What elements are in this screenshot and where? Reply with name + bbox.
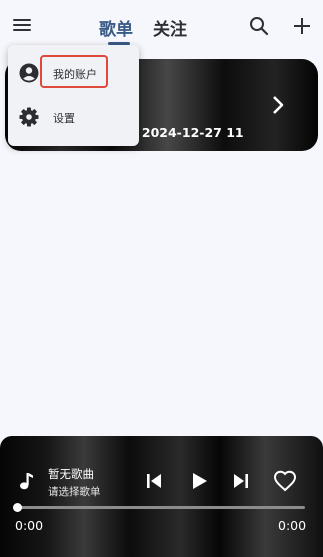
menu-item-label: 设置 (53, 112, 75, 125)
plus-icon[interactable] (292, 16, 312, 36)
skip-next-icon[interactable] (231, 471, 251, 491)
music-note-icon (20, 473, 33, 490)
song-title: 暂无歌曲 (48, 467, 94, 481)
heart-outline-icon[interactable] (273, 469, 297, 493)
progress-thumb[interactable] (13, 503, 22, 512)
search-icon[interactable] (249, 16, 269, 36)
tab-playlists[interactable]: 歌单 (99, 15, 133, 40)
hamburger-icon[interactable] (13, 17, 31, 33)
current-time: 0:00 (15, 518, 44, 533)
skip-previous-icon[interactable] (144, 471, 164, 491)
progress-track[interactable] (18, 506, 305, 509)
total-time: 0:00 (278, 518, 307, 533)
tab-following[interactable]: 关注 (153, 15, 187, 40)
chevron-right-icon (273, 96, 284, 114)
menu-item-settings[interactable]: 设置 (8, 95, 139, 141)
highlight-box (40, 55, 108, 88)
play-icon[interactable] (189, 471, 209, 491)
player-bar: 暂无歌曲 请选择歌单 0:00 0:00 (0, 436, 323, 557)
song-subtitle: 请选择歌单 (48, 486, 101, 498)
gear-icon (19, 107, 39, 127)
app-screen: 歌单 关注 音乐 - 2024-12-27 11:... 我的账户 (0, 0, 323, 557)
account-circle-icon (19, 63, 39, 83)
